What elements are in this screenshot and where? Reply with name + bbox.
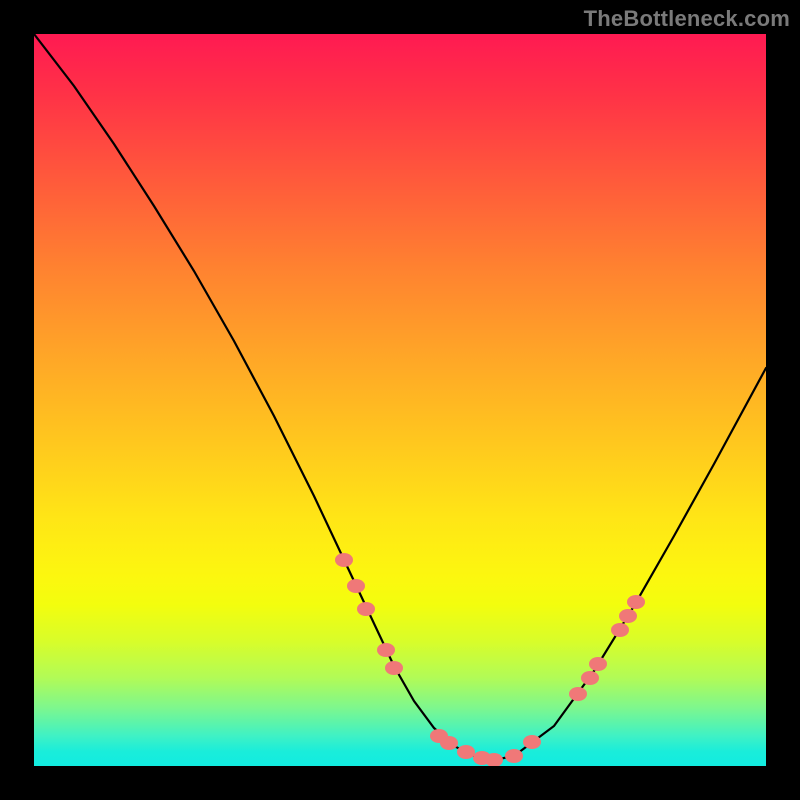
data-marker <box>335 553 353 567</box>
chart-frame: TheBottleneck.com <box>0 0 800 800</box>
data-marker <box>347 579 365 593</box>
data-marker <box>505 749 523 763</box>
chart-svg <box>34 34 766 766</box>
plot-area <box>34 34 766 766</box>
bottleneck-curve <box>34 34 766 760</box>
data-marker <box>619 609 637 623</box>
data-marker <box>457 745 475 759</box>
data-marker <box>377 643 395 657</box>
markers-layer <box>335 553 645 766</box>
data-marker <box>440 736 458 750</box>
curve-layer <box>34 34 766 760</box>
data-marker <box>357 602 375 616</box>
data-marker <box>581 671 599 685</box>
data-marker <box>569 687 587 701</box>
data-marker <box>589 657 607 671</box>
data-marker <box>611 623 629 637</box>
data-marker <box>385 661 403 675</box>
watermark-text: TheBottleneck.com <box>584 6 790 32</box>
data-marker <box>627 595 645 609</box>
data-marker <box>523 735 541 749</box>
